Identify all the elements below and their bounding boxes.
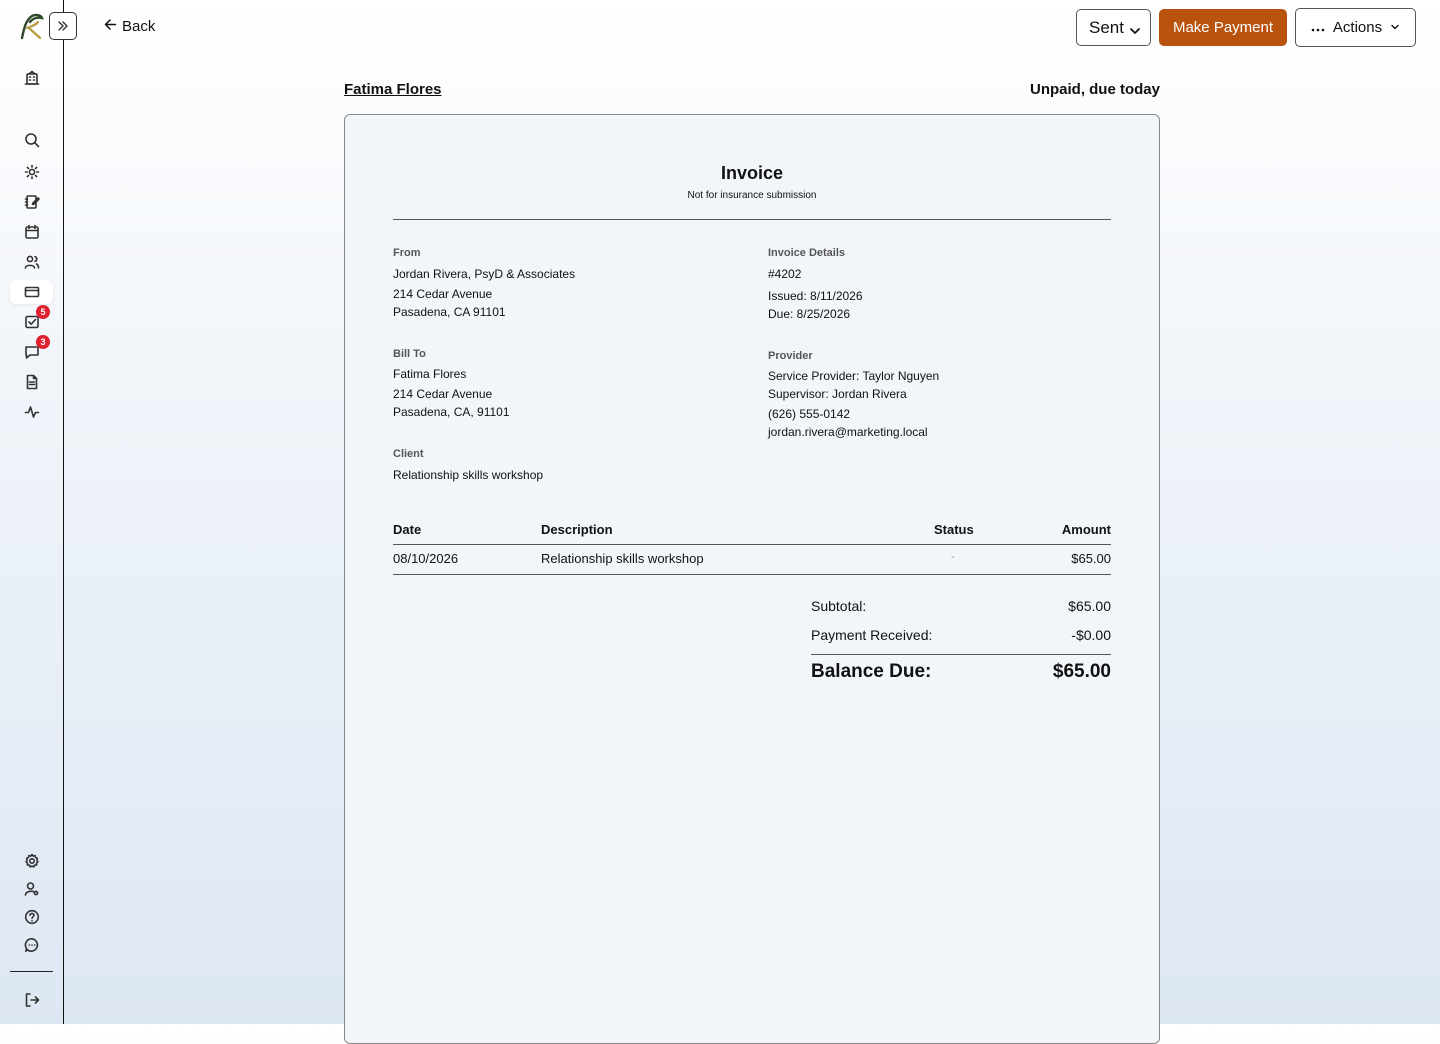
notebook-pen-icon [24,195,40,209]
chevron-down-icon [1129,22,1141,42]
logout-icon [25,993,39,1007]
provider-email: jordan.rivera@marketing.local [768,425,928,439]
invoice-due-status: Unpaid, due today [1029,81,1160,98]
row-date: 08/10/2026 [393,551,459,566]
column-header-amount: Amount [1061,522,1111,537]
balance-due-label: Balance Due: [811,661,932,682]
nav-account[interactable] [10,877,53,901]
column-header-date: Date [393,522,422,537]
provider-label: Provider [768,350,813,362]
invoice-subtitle: Not for insurance submission [687,190,817,201]
supervisor: Supervisor: Jordan Rivera [768,387,907,401]
nav-calendar[interactable] [10,220,53,244]
invoice-divider [393,219,1111,220]
payment-received-label: Payment Received: [811,627,933,643]
client-value: Relationship skills workshop [393,468,544,482]
bill-to-address-line1: 214 Cedar Avenue [393,387,493,401]
bill-to-name: Fatima Flores [393,367,467,381]
help-circle-icon [24,909,39,925]
nav-documents[interactable] [10,370,53,394]
invoice-number: #4202 [768,267,802,281]
table-bottom-divider [393,574,1111,575]
service-provider: Service Provider: Taylor Nguyen [768,369,940,383]
from-name: Jordan Rivera, PsyD & Associates [393,267,576,281]
app-logo[interactable] [18,12,46,40]
totals-divider [811,654,1111,655]
nav-logout[interactable] [10,988,53,1012]
nav-notes[interactable] [10,190,53,214]
sidebar: 5 3 [0,0,77,1024]
nav-practice[interactable] [10,66,53,90]
row-status: - [951,551,955,563]
column-header-status: Status [934,522,974,537]
credit-card-icon [24,286,39,298]
nav-dashboard[interactable] [10,160,53,184]
from-address-line2: Pasadena, CA 91101 [393,305,506,319]
nav-settings[interactable] [10,849,53,873]
back-link[interactable]: Back [104,18,155,35]
back-label: Back [122,18,156,35]
make-payment-button[interactable]: Make Payment [1159,9,1287,46]
bill-to-address-line2: Pasadena, CA, 91101 [393,405,510,419]
nav-messages[interactable]: 3 [10,335,53,364]
invoice-document: Invoice Not for insurance submission Fro… [344,114,1160,1044]
search-icon [24,133,39,148]
actions-label: Actions [1332,19,1383,36]
payment-received-value: -$0.00 [1071,627,1111,643]
make-payment-label: Make Payment [1172,19,1274,36]
nav-clients[interactable] [10,250,53,274]
invoice-title: Invoice [720,163,784,183]
column-header-description: Description [541,522,613,537]
nav-billing[interactable] [10,280,53,304]
invoice-details-label: Invoice Details [768,247,846,259]
invoice-status-value: Sent [1089,17,1124,37]
gear-icon [24,853,39,868]
sidebar-divider [10,971,53,972]
table-header-divider [393,544,1111,545]
user-settings-icon [24,882,38,896]
client-name-link[interactable]: Fatima Flores [344,81,442,98]
users-icon [24,255,39,269]
building-icon [24,70,39,85]
expand-sidebar-button[interactable] [49,12,77,40]
actions-menu-button[interactable]: Actions [1295,8,1416,47]
activity-icon [24,406,39,418]
ellipsis-icon [1311,19,1325,36]
invoice-due-date: Due: 8/25/2026 [768,307,851,321]
balance-due-value: $65.00 [1052,661,1111,682]
chevrons-right-icon [58,21,68,31]
row-amount: $65.00 [1071,551,1111,566]
nav-analytics[interactable] [10,400,53,424]
from-address-line1: 214 Cedar Avenue [393,287,493,301]
arrow-left-icon [104,18,117,35]
invoice-issued-date: Issued: 8/11/2026 [768,289,863,303]
provider-phone: (626) 555-0142 [768,407,851,421]
from-label: From [393,247,421,259]
nav-feedback[interactable] [10,933,53,957]
tasks-count-badge: 5 [36,305,50,319]
messages-count-badge: 3 [36,335,50,349]
subtotal-value: $65.00 [1068,598,1111,614]
nav-search[interactable] [10,128,53,152]
document-icon [26,374,37,390]
bill-to-label: Bill To [393,348,426,360]
nav-tasks[interactable]: 5 [10,305,53,334]
calendar-icon [24,224,39,239]
nav-help[interactable] [10,905,53,929]
invoice-status-select[interactable]: Sent [1076,9,1151,46]
chevron-down-icon [1390,19,1400,36]
sun-icon [24,164,39,180]
subtotal-label: Subtotal: [811,598,867,614]
chat-bubble-icon [24,938,38,953]
client-label: Client [393,448,424,460]
row-description: Relationship skills workshop [541,551,704,566]
